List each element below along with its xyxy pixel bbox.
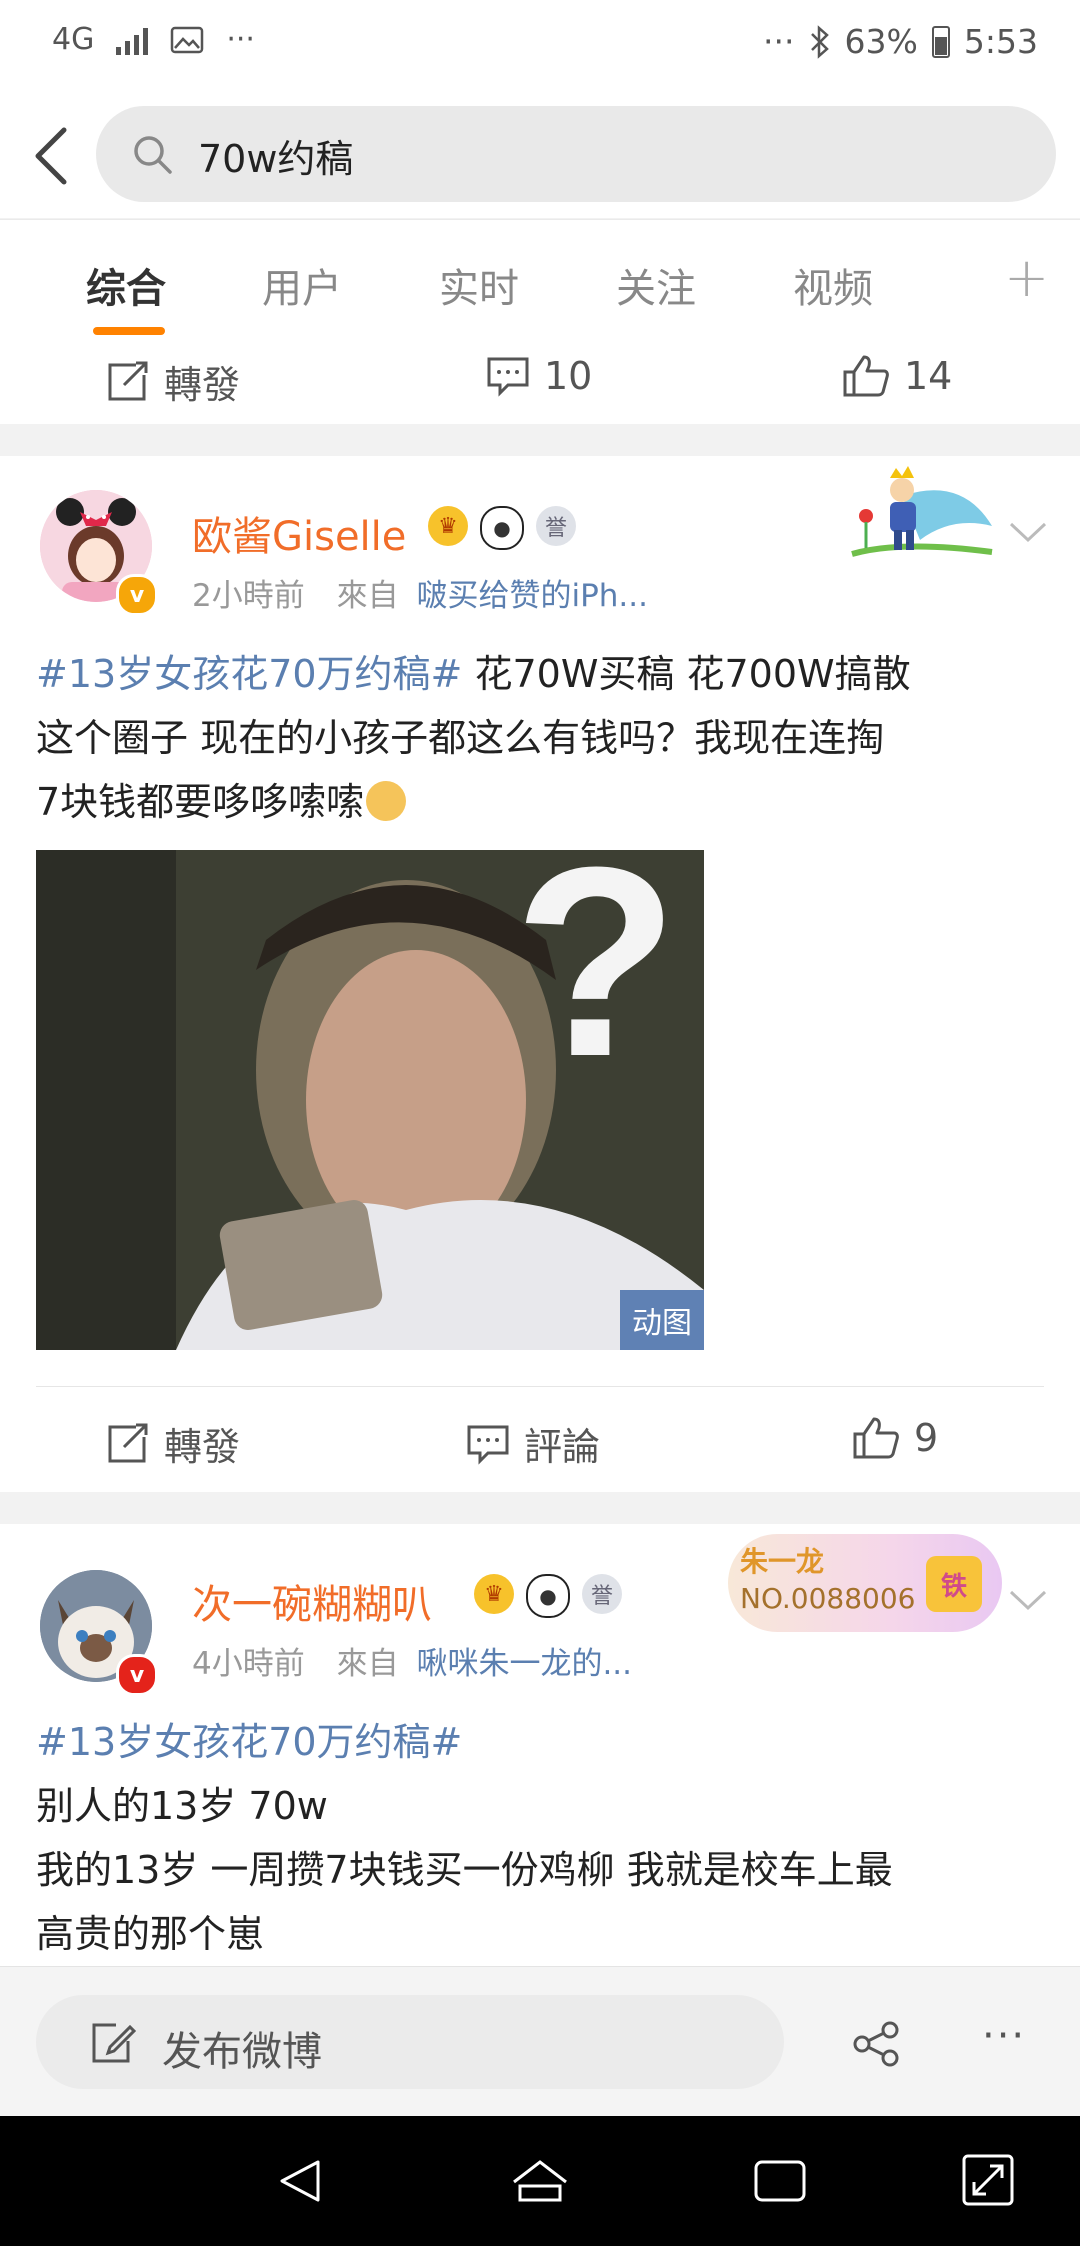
active-tab-indicator bbox=[93, 327, 165, 335]
signal-icon bbox=[116, 25, 149, 55]
bluetooth-icon bbox=[810, 24, 829, 59]
post-meta: 4小時前 來自 啾咪朱一龙的... bbox=[192, 1638, 632, 1683]
more-icon[interactable]: ··· bbox=[982, 2013, 1026, 2059]
source-prefix: 來自 bbox=[336, 1646, 399, 1682]
repost-button[interactable]: 轉發 bbox=[106, 354, 240, 409]
panda-badge-icon: ● bbox=[526, 1574, 570, 1618]
compose-button[interactable]: 发布微博 bbox=[36, 1995, 784, 2089]
repost-label: 轉發 bbox=[164, 1425, 241, 1469]
previous-post-actions: 轉發 10 14 bbox=[0, 342, 1080, 424]
crown-badge-icon: ♛ bbox=[428, 506, 468, 546]
thumbs-up-icon bbox=[853, 1417, 899, 1459]
status-more-icon: ··· bbox=[763, 22, 795, 61]
post-time: 4小時前 bbox=[192, 1646, 305, 1682]
comment-icon bbox=[487, 357, 529, 397]
repost-label: 轉發 bbox=[164, 363, 241, 407]
system-nav-bar bbox=[0, 2116, 1080, 2246]
verified-badge: v bbox=[116, 1654, 158, 1696]
post-text-line: 这个圈子 现在的小孩子都这么有钱吗？我现在连掏 bbox=[36, 716, 885, 760]
post-source[interactable]: 啵买给赞的iPh... bbox=[416, 578, 648, 614]
tab-comprehensive[interactable]: 综合 bbox=[86, 256, 166, 314]
username[interactable]: 次一碗糊糊叭 bbox=[192, 1572, 432, 1630]
search-icon bbox=[134, 136, 172, 174]
search-query: 70w约稿 bbox=[198, 137, 354, 181]
post-time: 2小時前 bbox=[192, 578, 305, 614]
source-prefix: 來自 bbox=[336, 578, 399, 614]
comment-count: 10 bbox=[544, 354, 593, 398]
like-count: 14 bbox=[904, 354, 953, 398]
post-text-line: 7块钱都要哆哆嗦嗦 bbox=[36, 780, 365, 824]
comment-button[interactable]: 評論 bbox=[466, 1416, 600, 1471]
compose-bar: 发布微博 ··· bbox=[0, 1966, 1080, 2117]
home-nav-icon[interactable] bbox=[510, 2156, 570, 2206]
post-card: v 次一碗糊糊叭 ♛ ● 誉 4小時前 來自 啾咪朱一龙的... 朱一龙 NO.… bbox=[0, 1524, 1080, 1966]
repost-icon bbox=[108, 1423, 148, 1462]
topic-link[interactable]: #13岁女孩花70万约稿# bbox=[36, 652, 462, 696]
edit-icon bbox=[92, 2023, 136, 2063]
medal-badge-icon: 誉 bbox=[536, 506, 576, 546]
back-nav-icon[interactable] bbox=[276, 2156, 326, 2206]
repost-icon bbox=[108, 361, 148, 400]
thumbs-up-icon bbox=[843, 355, 889, 397]
post-meta: 2小時前 來自 啵买给赞的iPh... bbox=[192, 570, 648, 615]
tab-bar: 综合 用户 实时 关注 视频 + bbox=[0, 219, 1080, 343]
search-input[interactable]: 70w约稿 bbox=[96, 106, 1056, 202]
recent-apps-icon[interactable] bbox=[752, 2158, 808, 2204]
post-text: #13岁女孩花70万约稿# 花70W买稿 花700W搞散 这个圈子 现在的小孩子… bbox=[36, 642, 1046, 834]
share-icon[interactable] bbox=[852, 2021, 902, 2067]
chevron-down-icon[interactable] bbox=[1008, 520, 1048, 544]
post-image: ? bbox=[36, 850, 704, 1350]
decoration-prince-icon bbox=[851, 466, 993, 557]
post-image-gif[interactable]: ? 动图 bbox=[36, 850, 704, 1350]
post-text-line: 花70W买稿 花700W搞散 bbox=[462, 652, 911, 696]
like-count: 9 bbox=[914, 1416, 939, 1460]
crown-badge-icon: ♛ bbox=[474, 1574, 514, 1614]
like-button[interactable]: 14 bbox=[842, 354, 952, 398]
tab-following[interactable]: 关注 bbox=[616, 256, 696, 314]
fan-card-name: 朱一龙 bbox=[740, 1545, 825, 1578]
tab-users[interactable]: 用户 bbox=[262, 256, 342, 314]
battery-icon bbox=[931, 25, 950, 58]
svg-text:?: ? bbox=[514, 850, 679, 1113]
comment-button[interactable]: 10 bbox=[486, 354, 592, 398]
battery-percent: 63% bbox=[844, 22, 918, 61]
image-icon bbox=[171, 26, 204, 53]
post-text-line: 我的13岁 一周攒7块钱买一份鸡柳 我就是校车上最 bbox=[36, 1848, 893, 1892]
username[interactable]: 欧酱Giselle bbox=[192, 504, 406, 562]
fan-card[interactable]: 朱一龙 NO.0088006 铁 bbox=[728, 1534, 1002, 1632]
status-bar: 4G ··· ··· 63% 5:53 bbox=[0, 0, 1080, 92]
divider bbox=[36, 1386, 1044, 1387]
post-text: #13岁女孩花70万约稿# 别人的13岁 70w 我的13岁 一周攒7块钱买一份… bbox=[36, 1710, 1046, 1966]
status-left: 4G ··· bbox=[52, 22, 255, 57]
clock: 5:53 bbox=[963, 22, 1038, 61]
compose-label: 发布微博 bbox=[162, 2029, 322, 2075]
post-source[interactable]: 啾咪朱一龙的... bbox=[416, 1646, 632, 1682]
search-header: 70w约稿 bbox=[0, 92, 1080, 218]
post-text-line: 高贵的那个崽 bbox=[36, 1912, 265, 1956]
crown-icon: 铁 bbox=[926, 1556, 982, 1612]
verified-badge: v bbox=[116, 574, 158, 616]
status-right: ··· 63% 5:53 bbox=[763, 22, 1038, 61]
comment-label: 評論 bbox=[524, 1425, 601, 1469]
tab-realtime[interactable]: 实时 bbox=[439, 256, 519, 314]
more-status-icon: ··· bbox=[226, 22, 255, 57]
chevron-down-icon[interactable] bbox=[1008, 1588, 1048, 1612]
fan-card-number: NO.0088006 bbox=[740, 1582, 916, 1615]
medal-badge-icon: 誉 bbox=[582, 1574, 622, 1614]
doge-emoji-icon bbox=[366, 781, 407, 821]
comment-icon bbox=[467, 1425, 509, 1465]
post-text-line: 别人的13岁 70w bbox=[36, 1784, 328, 1828]
tab-video[interactable]: 视频 bbox=[793, 256, 873, 314]
add-tab-icon[interactable]: + bbox=[1004, 246, 1049, 309]
repost-button[interactable]: 轉發 bbox=[106, 1416, 240, 1471]
panda-badge-icon: ● bbox=[480, 506, 524, 550]
like-button[interactable]: 9 bbox=[852, 1416, 938, 1460]
post-card: v 欧酱Giselle ♛ ● 誉 2小時前 來自 啵买给赞的iPh... #1… bbox=[0, 456, 1080, 1492]
gif-tag: 动图 bbox=[620, 1290, 704, 1350]
back-arrow-icon[interactable] bbox=[22, 116, 82, 196]
network-label: 4G bbox=[52, 22, 95, 57]
fullscreen-icon[interactable] bbox=[960, 2152, 1016, 2208]
topic-link[interactable]: #13岁女孩花70万约稿# bbox=[36, 1720, 462, 1764]
